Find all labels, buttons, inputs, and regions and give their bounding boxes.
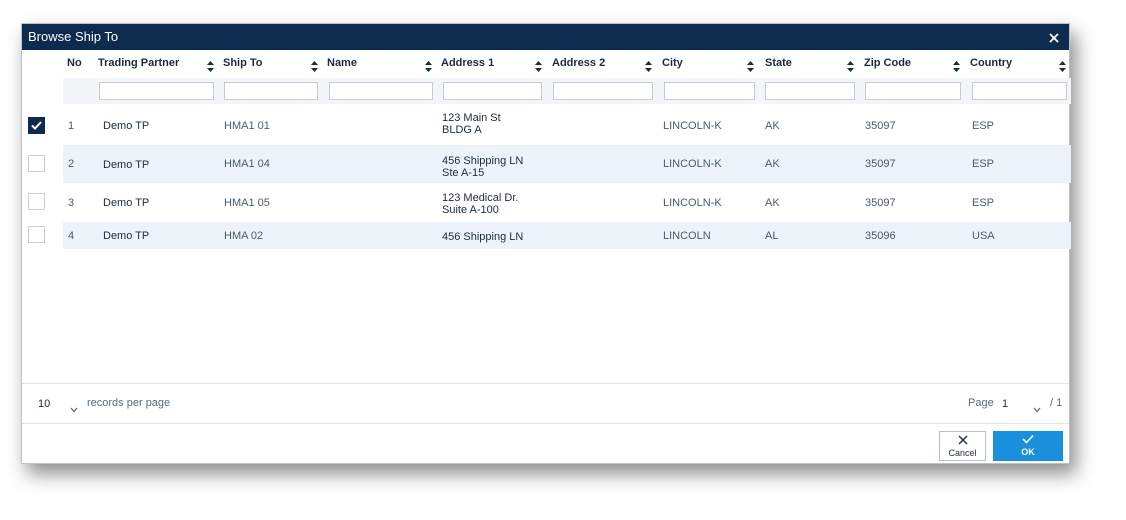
check-icon bbox=[1022, 434, 1034, 444]
table-row[interactable] bbox=[63, 106, 1071, 145]
check-icon bbox=[31, 121, 42, 130]
column-header-address-2[interactable]: Address 2 bbox=[552, 57, 605, 69]
cell-address-1-line-1: 123 Medical Dr. bbox=[442, 192, 519, 204]
sort-icon[interactable] bbox=[535, 59, 542, 72]
cell-no: 2 bbox=[68, 158, 75, 170]
column-header-address-1[interactable]: Address 1 bbox=[441, 57, 494, 69]
sort-icon[interactable] bbox=[953, 59, 960, 72]
filter-address-1-input[interactable] bbox=[443, 82, 542, 100]
grid-header: No Trading Partner Ship To Name Address … bbox=[22, 50, 1069, 78]
cell-city: LINCOLN-K bbox=[663, 197, 722, 209]
pager-divider bbox=[22, 383, 1069, 384]
filter-trading-partner-input[interactable] bbox=[99, 82, 214, 100]
close-icon[interactable] bbox=[1047, 28, 1061, 46]
dialog-title: Browse Ship To bbox=[28, 29, 119, 44]
cell-country: ESP bbox=[972, 197, 995, 209]
page-total: / 1 bbox=[1050, 397, 1063, 409]
sort-icon[interactable] bbox=[645, 59, 652, 72]
cell-address-1-line-1: 456 Shipping LN bbox=[442, 155, 524, 167]
cell-address-1-line-1: 123 Main St bbox=[442, 112, 501, 124]
sort-icon[interactable] bbox=[311, 59, 318, 72]
cancel-button[interactable]: Cancel bbox=[939, 431, 986, 461]
cell-ship-to: HMA1 01 bbox=[224, 120, 270, 132]
cell-country: USA bbox=[972, 230, 995, 242]
page-number-select[interactable]: 1 bbox=[1002, 398, 1008, 410]
ok-button-label: OK bbox=[1021, 447, 1035, 457]
cell-ship-to: HMA1 04 bbox=[224, 158, 270, 170]
filter-ship-to-input[interactable] bbox=[224, 82, 318, 100]
table-row[interactable] bbox=[63, 222, 1071, 249]
table-row[interactable] bbox=[63, 183, 1071, 222]
cell-ship-to: HMA1 05 bbox=[224, 197, 270, 209]
row-checkbox[interactable] bbox=[28, 226, 45, 243]
cell-trading-partner: Demo TP bbox=[103, 230, 150, 242]
browse-ship-to-dialog: Browse Ship To No Trading Partner Ship T… bbox=[21, 23, 1071, 464]
cell-country: ESP bbox=[972, 120, 995, 132]
cancel-button-label: Cancel bbox=[948, 448, 977, 458]
row-checkbox[interactable] bbox=[28, 193, 45, 210]
row-checkbox[interactable] bbox=[28, 155, 45, 172]
cell-trading-partner: Demo TP bbox=[103, 120, 150, 132]
filter-state-input[interactable] bbox=[765, 82, 855, 100]
cell-zip-code: 35097 bbox=[865, 197, 896, 209]
sort-icon[interactable] bbox=[747, 59, 754, 72]
sort-icon[interactable] bbox=[425, 59, 432, 72]
cell-address-1-line-1: 456 Shipping LN bbox=[442, 231, 524, 243]
table-row[interactable] bbox=[63, 145, 1071, 183]
cell-zip-code: 35097 bbox=[865, 120, 896, 132]
column-header-state[interactable]: State bbox=[765, 57, 792, 69]
chevron-down-icon[interactable] bbox=[70, 400, 78, 413]
filter-city-input[interactable] bbox=[664, 82, 755, 100]
page-size-select[interactable]: 10 bbox=[38, 398, 50, 410]
page-label: Page bbox=[968, 397, 994, 409]
sort-icon[interactable] bbox=[207, 59, 214, 72]
cell-address-1-line-2: Suite A-100 bbox=[442, 204, 499, 216]
cell-address-1-line-2: BLDG A bbox=[442, 124, 482, 136]
sort-icon[interactable] bbox=[1059, 59, 1066, 72]
row-checkbox[interactable] bbox=[28, 117, 45, 134]
cell-country: ESP bbox=[972, 158, 995, 170]
column-header-ship-to[interactable]: Ship To bbox=[223, 57, 263, 69]
filter-country-input[interactable] bbox=[972, 82, 1067, 100]
chevron-down-icon[interactable] bbox=[1033, 400, 1041, 413]
dialog-titlebar: Browse Ship To bbox=[22, 24, 1069, 50]
column-header-trading-partner[interactable]: Trading Partner bbox=[98, 57, 179, 69]
cell-ship-to: HMA 02 bbox=[224, 230, 264, 242]
button-bar-divider bbox=[22, 423, 1069, 424]
cell-city: LINCOLN bbox=[663, 230, 711, 242]
column-header-city[interactable]: City bbox=[662, 57, 683, 69]
cell-state: AK bbox=[765, 197, 780, 209]
cell-trading-partner: Demo TP bbox=[103, 197, 150, 209]
cell-trading-partner: Demo TP bbox=[103, 159, 150, 171]
cell-no: 4 bbox=[68, 230, 75, 242]
filter-address-2-input[interactable] bbox=[553, 82, 653, 100]
cell-state: AK bbox=[765, 120, 780, 132]
column-header-no: No bbox=[67, 57, 82, 69]
cell-address-1-line-2: Ste A-15 bbox=[442, 167, 485, 179]
records-per-page-label: records per page bbox=[87, 397, 171, 409]
cell-no: 1 bbox=[68, 120, 75, 132]
cell-no: 3 bbox=[68, 197, 75, 209]
filter-zip-code-input[interactable] bbox=[865, 82, 961, 100]
cell-city: LINCOLN-K bbox=[663, 120, 722, 132]
cell-zip-code: 35097 bbox=[865, 158, 896, 170]
cell-city: LINCOLN-K bbox=[663, 158, 722, 170]
column-header-country[interactable]: Country bbox=[970, 57, 1012, 69]
cell-zip-code: 35096 bbox=[865, 230, 896, 242]
filter-name-input[interactable] bbox=[329, 82, 433, 100]
column-header-zip-code[interactable]: Zip Code bbox=[864, 57, 911, 69]
column-header-name[interactable]: Name bbox=[327, 57, 357, 69]
sort-icon[interactable] bbox=[847, 59, 854, 72]
close-icon bbox=[958, 435, 968, 445]
cell-state: AK bbox=[765, 158, 780, 170]
ok-button[interactable]: OK bbox=[993, 431, 1063, 461]
cell-state: AL bbox=[765, 230, 779, 242]
